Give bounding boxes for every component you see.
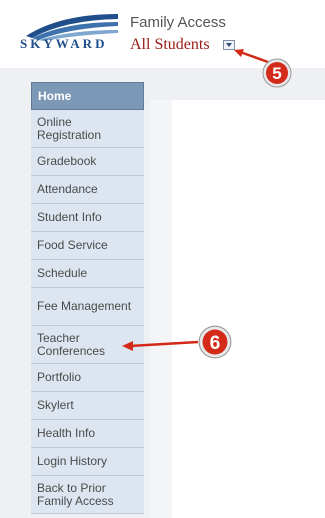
sidebar-item-fee-management[interactable]: Fee Management [31, 288, 144, 326]
sidebar-item-online-registration[interactable]: Online Registration [31, 110, 144, 148]
sidebar: Home Online Registration Gradebook Atten… [31, 82, 144, 514]
sidebar-item-health-info[interactable]: Health Info [31, 420, 144, 448]
callout-6-arrow [122, 340, 199, 351]
sidebar-item-portfolio[interactable]: Portfolio [31, 364, 144, 392]
sidebar-item-skylert[interactable]: Skylert [31, 392, 144, 420]
student-selector[interactable]: All Students [130, 36, 210, 54]
sidebar-item-student-info[interactable]: Student Info [31, 204, 144, 232]
logo-text: SKYWARD [20, 36, 108, 51]
callout-5-number: 5 [272, 64, 281, 83]
sidebar-item-food-service[interactable]: Food Service [31, 232, 144, 260]
callout-6-badge: 6 [198, 325, 232, 359]
callout-5-badge: 5 [262, 58, 292, 88]
content-shadow [150, 100, 172, 518]
sidebar-item-home[interactable]: Home [31, 82, 144, 110]
sidebar-item-back-to-prior[interactable]: Back to Prior Family Access [31, 476, 144, 514]
app-title: Family Access [130, 14, 226, 31]
callout-6-number: 6 [210, 333, 221, 354]
sidebar-item-schedule[interactable]: Schedule [31, 260, 144, 288]
sidebar-item-gradebook[interactable]: Gradebook [31, 148, 144, 176]
sidebar-item-attendance[interactable]: Attendance [31, 176, 144, 204]
content-pane [172, 100, 325, 518]
sidebar-item-login-history[interactable]: Login History [31, 448, 144, 476]
